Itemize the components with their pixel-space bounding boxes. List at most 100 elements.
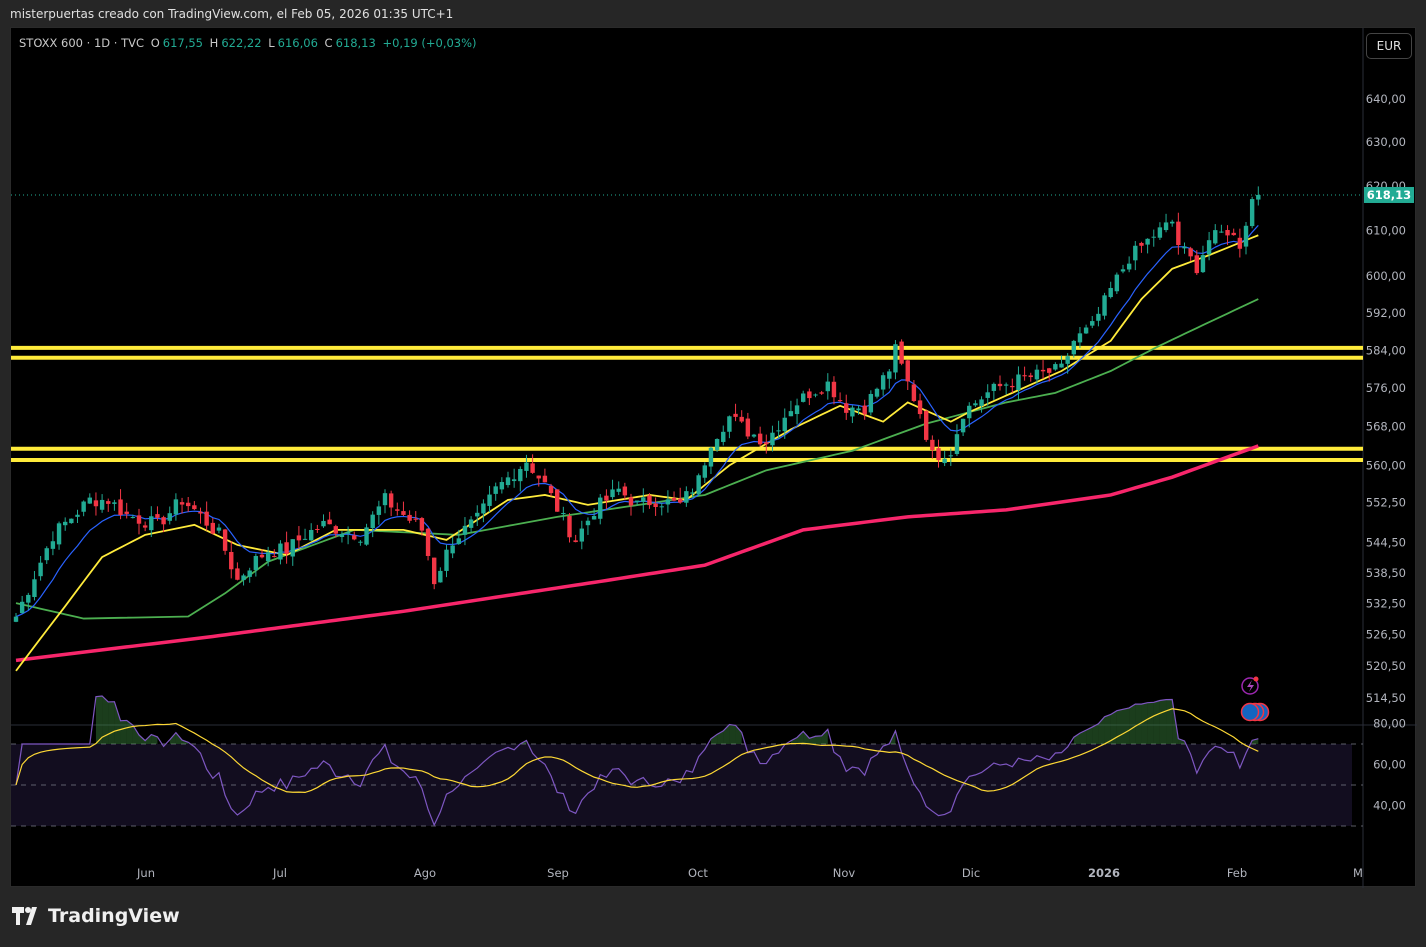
candle-body [1243, 225, 1249, 247]
candle [573, 534, 578, 543]
price-tick-label: 538,50 [1366, 566, 1406, 580]
candle-body [419, 518, 425, 531]
candle [327, 511, 332, 525]
candle [801, 390, 806, 403]
candle [229, 541, 234, 579]
candle [247, 567, 252, 583]
candle [653, 497, 658, 516]
candle-body [69, 518, 74, 524]
candle-body [714, 439, 720, 451]
candle-body [770, 432, 775, 446]
candle [499, 477, 505, 494]
candle [665, 490, 671, 513]
candle-body [413, 518, 418, 520]
price-tick-label: 514,50 [1366, 691, 1406, 705]
close-label: C [324, 36, 333, 50]
candle [438, 567, 443, 583]
candle [1114, 272, 1120, 295]
candle-body [536, 475, 541, 479]
candle [1163, 213, 1169, 233]
price-tick-label: 610,00 [1366, 224, 1406, 238]
candle-body [136, 515, 142, 524]
candle [924, 409, 929, 442]
candle-body [708, 447, 714, 467]
candle-body [112, 502, 117, 504]
candle [708, 446, 714, 474]
candle-body [1225, 229, 1230, 236]
candle-body [659, 506, 664, 508]
candle [136, 508, 142, 535]
candle [887, 369, 892, 389]
candle [641, 488, 646, 513]
candle-body [32, 579, 37, 597]
candle [358, 540, 363, 546]
candle [468, 516, 474, 533]
candle-body [302, 538, 308, 540]
candle-body [358, 541, 363, 543]
candle-body [690, 492, 695, 494]
candle-body [1065, 356, 1070, 364]
candle [702, 462, 707, 484]
candle [844, 394, 849, 420]
candle-body [561, 513, 566, 515]
candle-body [948, 455, 953, 457]
notification-dot-icon [1253, 676, 1259, 682]
candle [696, 473, 701, 496]
ma-200-line [15, 444, 1259, 663]
candle-body [93, 500, 99, 507]
chart-frame[interactable]: 640,00 630,00 620,00 610,00 600,00 592,00 584,… [10, 27, 1417, 888]
candle-body [327, 519, 332, 525]
candle-body [149, 516, 154, 531]
candle [75, 509, 80, 523]
candle [960, 418, 966, 436]
candle-body [518, 468, 523, 482]
candle [388, 490, 394, 517]
candle-body [1219, 231, 1224, 233]
candle [1022, 366, 1027, 381]
candle-body [142, 525, 148, 528]
candle [1249, 196, 1255, 229]
candle [173, 493, 179, 521]
candle-body [788, 411, 794, 417]
candle [1003, 382, 1009, 395]
candle [198, 507, 203, 524]
candle-body [954, 434, 960, 455]
candle [1108, 281, 1113, 299]
candle [659, 503, 664, 516]
candle-body [499, 482, 505, 490]
candle-body [634, 500, 640, 503]
candle-body [481, 503, 486, 514]
candle-body [1120, 269, 1126, 272]
candle-body [647, 495, 652, 506]
price-tick-label: 576,00 [1366, 381, 1406, 395]
candle [825, 373, 830, 400]
candle [216, 523, 222, 534]
tradingview-logo[interactable]: TradingView [12, 905, 180, 927]
high-label: H [209, 36, 219, 50]
candle-body [118, 499, 123, 515]
candle [296, 526, 302, 549]
candle-body [973, 403, 978, 406]
candle-body [924, 411, 929, 440]
candle [610, 479, 615, 500]
candle [555, 489, 560, 512]
rsi-overbought-fill [729, 724, 736, 744]
currency-button[interactable]: EUR [1366, 33, 1412, 59]
candle [1133, 241, 1138, 271]
candle-body [548, 485, 554, 494]
chart-canvas[interactable]: 640,00630,00620,00610,00600,00592,00584,… [11, 28, 1417, 888]
candle-body [265, 552, 271, 562]
symbol-info[interactable]: STOXX 600 · 1D · TVC [19, 36, 144, 50]
candle [44, 546, 49, 565]
candle [56, 521, 62, 550]
candle-body [530, 463, 535, 473]
candle-body [1102, 295, 1107, 316]
candle-body [960, 418, 966, 433]
candle-body [825, 381, 830, 392]
candle [475, 505, 480, 526]
price-tick-label: 526,50 [1366, 628, 1406, 642]
price-tick-label: 544,50 [1366, 535, 1406, 549]
candle [290, 539, 295, 566]
candle [63, 517, 68, 531]
price-tick-label: 640,00 [1366, 92, 1406, 106]
